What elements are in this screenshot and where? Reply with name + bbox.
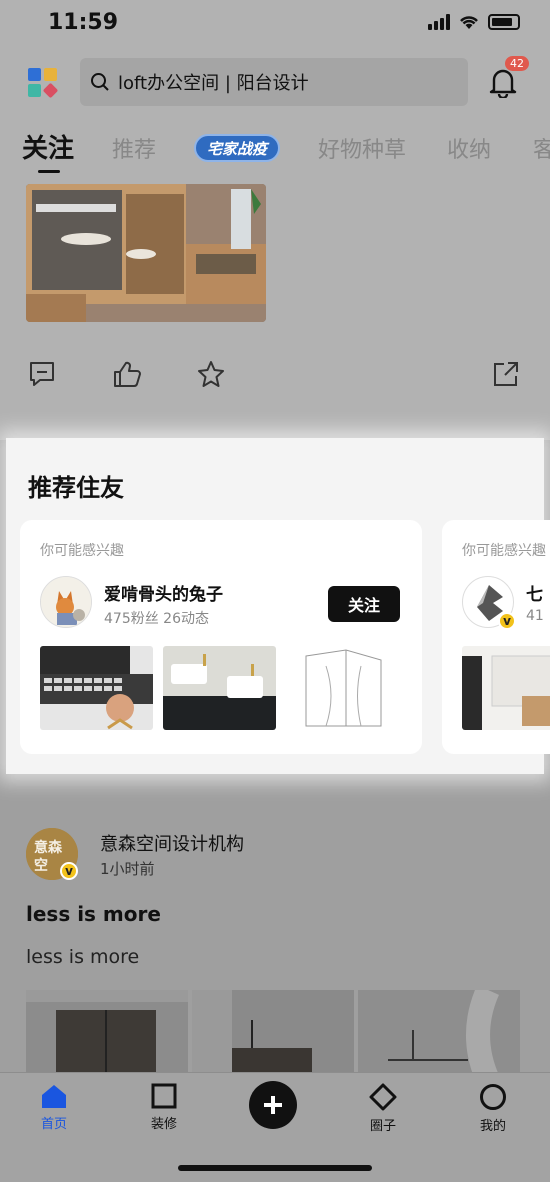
post-actions (0, 360, 550, 394)
category-tabs: 关注 推荐 宅家战疫 好物种草 收纳 客 (0, 128, 550, 178)
status-time: 11:59 (48, 10, 119, 35)
user-stats: 41 (526, 608, 544, 624)
status-icons (428, 14, 520, 30)
battery-icon (488, 14, 520, 30)
user-thumbnails (40, 646, 399, 730)
post-author[interactable]: 意森空间设计机构 (100, 830, 244, 856)
post-image[interactable] (192, 990, 354, 1080)
svg-text:意森: 意森 (34, 839, 63, 856)
tab-label: 装修 (150, 1117, 177, 1132)
tab-goods[interactable]: 好物种草 (318, 132, 406, 164)
post-title[interactable]: less is more (26, 902, 161, 926)
tab-storage[interactable]: 收纳 (447, 132, 491, 164)
thumbnail-image[interactable] (286, 646, 399, 730)
search-icon (91, 73, 109, 91)
create-post-button[interactable] (249, 1081, 297, 1129)
user-card[interactable]: 你可能感兴趣 爱啃骨头的兔子 475粉丝 26动态 关注 (20, 520, 422, 754)
thumbnail-image[interactable] (163, 646, 276, 730)
feed-post[interactable]: 意森 空 v 意森空间设计机构 1小时前 less is more less i… (0, 800, 550, 1080)
post-body[interactable]: less is more (26, 946, 139, 968)
tab-label: 我的 (479, 1119, 506, 1134)
feed-post-image[interactable] (26, 184, 266, 322)
cellular-signal-icon (428, 14, 450, 30)
svg-text:空: 空 (34, 857, 48, 874)
notification-badge: 42 (505, 56, 529, 71)
verified-badge: v (498, 612, 516, 630)
avatar[interactable] (40, 576, 92, 628)
user-name[interactable]: 七 (526, 580, 543, 605)
user-stats: 475粉丝 26动态 (104, 611, 209, 627)
tab-recommend[interactable]: 推荐 (112, 132, 156, 164)
tab-label: 圈子 (369, 1119, 396, 1134)
user-thumbnails (462, 646, 550, 730)
card-hint: 你可能感兴趣 (462, 543, 546, 559)
post-time: 1小时前 (100, 860, 155, 878)
status-bar: 11:59 (0, 0, 550, 48)
comment-icon[interactable] (28, 360, 56, 388)
tab-decoration[interactable]: 装修 (134, 1083, 194, 1132)
app-header: 42 (0, 56, 550, 112)
post-image[interactable] (26, 990, 188, 1080)
share-icon[interactable] (492, 360, 520, 388)
wifi-icon (460, 16, 478, 29)
search-bar[interactable] (80, 58, 468, 106)
home-indicator[interactable] (178, 1165, 372, 1171)
follow-button[interactable]: 关注 (328, 586, 400, 622)
cabinet-photo (26, 184, 266, 322)
section-title: 推荐住友 (28, 474, 124, 502)
circle-icon (480, 1084, 506, 1110)
home-icon (42, 1085, 66, 1108)
like-icon[interactable] (112, 360, 142, 388)
search-input[interactable] (118, 70, 458, 94)
star-icon[interactable] (196, 360, 226, 388)
tab-more[interactable]: 客 (533, 132, 550, 164)
square-icon (151, 1083, 177, 1109)
tab-stay-home[interactable]: 宅家战疫 (194, 134, 280, 162)
plus-icon (264, 1096, 282, 1114)
tab-label: 首页 (40, 1117, 67, 1132)
fox-avatar-image (41, 577, 91, 627)
verified-badge: v (60, 862, 78, 880)
user-card[interactable]: 你可能感兴趣 v 七 41 (442, 520, 550, 754)
recommended-users-section: 推荐住友 你可能感兴趣 爱啃骨头的兔子 475粉丝 26动态 关注 你可能感兴趣… (6, 438, 550, 774)
tab-profile[interactable]: 我的 (463, 1083, 523, 1134)
user-name[interactable]: 爱啃骨头的兔子 (104, 580, 223, 605)
bottom-tab-bar: 首页 装修 圈子 我的 (0, 1072, 550, 1182)
thumbnail-image[interactable] (462, 646, 550, 730)
tab-circle-group[interactable]: 圈子 (353, 1083, 413, 1134)
tab-follow[interactable]: 关注 (22, 128, 74, 165)
post-image[interactable] (358, 990, 520, 1080)
active-tab-indicator (38, 170, 60, 173)
post-images (26, 990, 520, 1080)
thumbnail-image[interactable] (40, 646, 153, 730)
app-logo-icon[interactable] (28, 68, 59, 99)
card-hint: 你可能感兴趣 (40, 543, 124, 559)
tab-home[interactable]: 首页 (24, 1083, 84, 1132)
diamond-icon (369, 1083, 397, 1111)
